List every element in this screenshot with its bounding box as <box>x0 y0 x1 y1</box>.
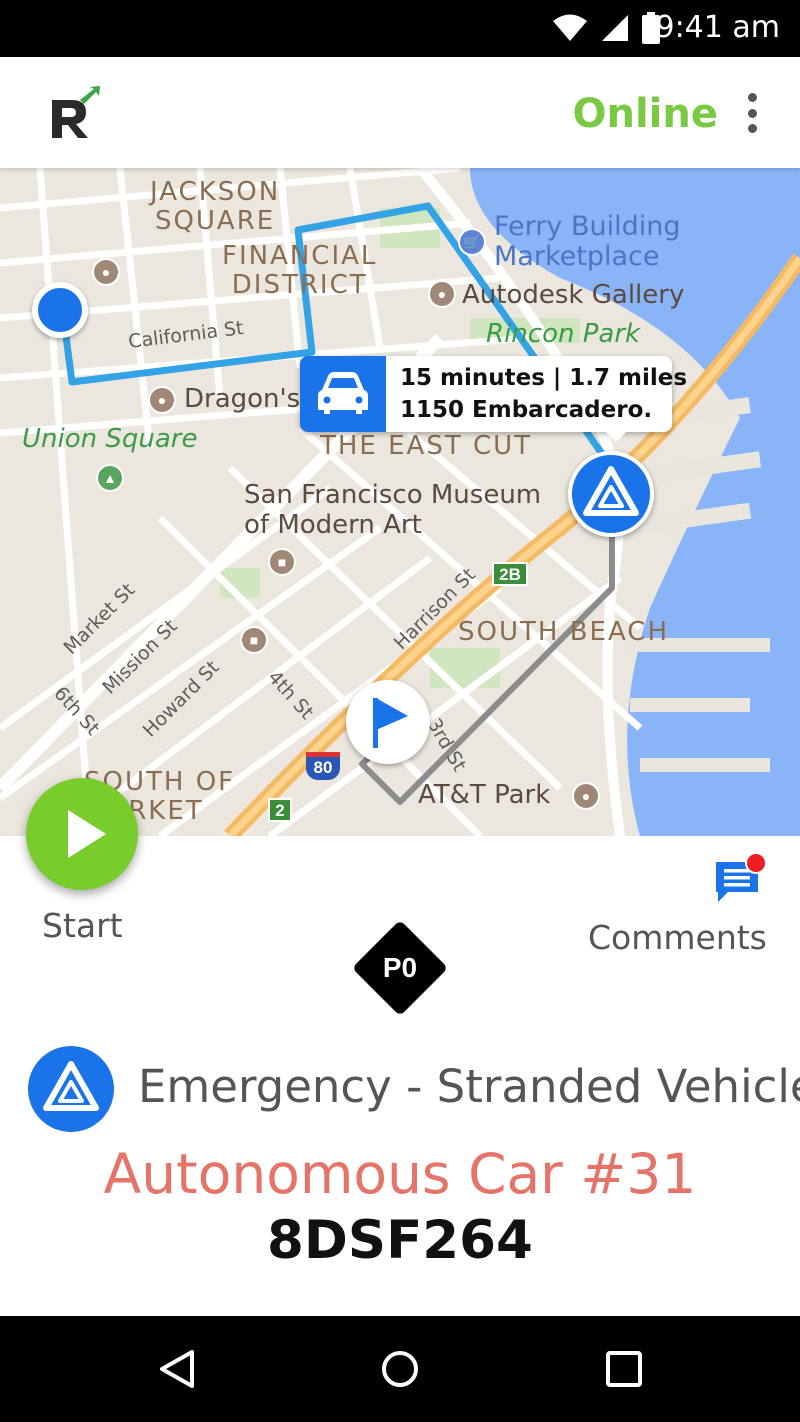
back-icon[interactable] <box>154 1346 200 1392</box>
wifi-icon <box>553 14 587 41</box>
district-financial: FINANCIAL DISTRICT <box>222 241 378 300</box>
status-bar: 9:41 am <box>0 0 800 57</box>
district-east-cut: THE EAST CUT <box>320 431 533 461</box>
place-att-park: AT&T Park <box>418 780 551 810</box>
place-ferry-building: Ferry Building Marketplace <box>494 211 681 272</box>
tree-icon: ▲ <box>96 464 124 492</box>
priority-badge: P0 <box>351 919 449 1017</box>
exit-2-shield: 2 <box>268 798 292 822</box>
route-address: 1150 Embarcadero. <box>400 397 653 423</box>
exit-2b-shield: 2B <box>492 562 528 586</box>
online-status[interactable]: Online <box>572 91 718 137</box>
comments-label: Comments <box>588 918 767 957</box>
app-bar: Online <box>0 57 800 168</box>
place-autodesk-gallery: Autodesk Gallery <box>462 280 685 310</box>
museum-icon: ■ <box>240 626 268 654</box>
chat-icon <box>716 852 767 902</box>
place-rincon-park: Rincon Park <box>486 319 641 349</box>
museum-icon: ■ <box>268 548 296 576</box>
start-button[interactable] <box>26 778 138 890</box>
destination-flag-marker[interactable] <box>346 680 430 764</box>
system-nav-bar <box>0 1316 800 1422</box>
place-sfmoma: San Francisco Museum of Modern Art <box>244 480 542 540</box>
place-dragons: Dragon's <box>184 384 301 414</box>
cellular-signal-icon <box>602 15 628 41</box>
recents-icon[interactable] <box>601 1346 647 1392</box>
comments-button[interactable] <box>712 852 770 906</box>
incident-type: Emergency - Stranded Vehicle <box>138 1060 800 1113</box>
shopping-cart-icon: 🛒 <box>458 228 486 256</box>
landmark-icon: ● <box>92 258 120 286</box>
gallery-icon: ● <box>428 280 456 308</box>
route-summary: 15 minutes | 1.7 miles <box>400 365 688 391</box>
route-info-callout[interactable]: 15 minutes | 1.7 miles 1150 Embarcadero. <box>300 356 687 442</box>
vehicle-name: Autonomous Car #31 <box>103 1142 697 1206</box>
place-union-square: Union Square <box>22 424 198 454</box>
start-label: Start <box>42 906 123 945</box>
landmark-icon: ● <box>148 386 176 414</box>
car-icon <box>300 356 386 432</box>
play-icon <box>68 810 106 858</box>
highway-80-shield: 80 <box>306 752 340 780</box>
status-icons <box>552 12 660 44</box>
district-jackson-square: JACKSON SQUARE <box>150 177 281 236</box>
overflow-menu-icon[interactable] <box>740 93 764 133</box>
priority-label: P0 <box>382 952 418 983</box>
clock: 9:41 am <box>655 10 780 45</box>
home-icon[interactable] <box>377 1346 423 1392</box>
incident-warning-icon <box>28 1046 114 1132</box>
app-logo <box>52 86 100 138</box>
map-view[interactable]: JACKSON SQUARE FINANCIAL DISTRICT THE EA… <box>0 168 800 836</box>
current-location-marker[interactable] <box>32 282 88 338</box>
district-south-beach: SOUTH BEACH <box>458 617 669 647</box>
incident-marker[interactable] <box>568 451 654 537</box>
license-plate: 8DSF264 <box>267 1210 533 1271</box>
stadium-icon: ● <box>572 782 600 810</box>
